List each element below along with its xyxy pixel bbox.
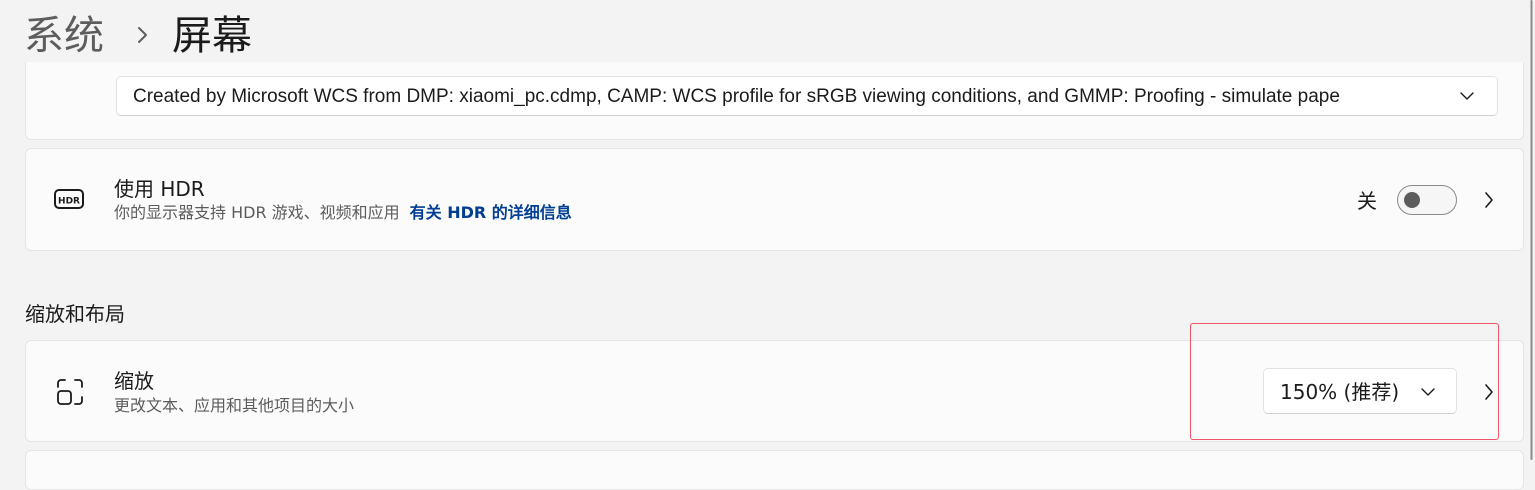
highlight-box bbox=[1190, 323, 1499, 440]
scale-icon bbox=[57, 379, 83, 405]
next-settings-card[interactable] bbox=[25, 450, 1524, 490]
scale-title: 缩放 bbox=[114, 369, 154, 393]
breadcrumb-parent[interactable]: 系统 bbox=[24, 8, 104, 64]
color-profile-card: Created by Microsoft WCS from DMP: xiaom… bbox=[25, 62, 1524, 140]
hdr-learn-more-link[interactable]: 有关 HDR 的详细信息 bbox=[410, 203, 572, 222]
hdr-description-line: 你的显示器支持 HDR 游戏、视频和应用 有关 HDR 的详细信息 bbox=[114, 202, 572, 224]
color-profile-dropdown[interactable]: Created by Microsoft WCS from DMP: xiaom… bbox=[116, 76, 1498, 116]
hdr-title: 使用 HDR bbox=[114, 177, 205, 201]
color-profile-chevron bbox=[1439, 77, 1497, 115]
svg-text:HDR: HDR bbox=[58, 197, 80, 207]
page-title: 屏幕 bbox=[172, 13, 252, 59]
hdr-toggle-knob bbox=[1404, 192, 1420, 208]
hdr-icon: HDR bbox=[54, 189, 84, 209]
color-profile-selected: Created by Microsoft WCS from DMP: xiaom… bbox=[133, 86, 1340, 107]
chevron-down-icon bbox=[1460, 92, 1474, 100]
breadcrumb-separator-icon bbox=[138, 27, 147, 43]
scale-description: 更改文本、应用和其他项目的大小 bbox=[114, 396, 355, 415]
hdr-chevron-right-icon[interactable] bbox=[1481, 189, 1497, 211]
hdr-card[interactable]: HDR 使用 HDR 你的显示器支持 HDR 游戏、视频和应用 有关 HDR 的详… bbox=[25, 148, 1524, 251]
scale-section-heading: 缩放和布局 bbox=[25, 302, 125, 326]
hdr-toggle[interactable] bbox=[1397, 185, 1457, 215]
scrollbar[interactable] bbox=[1528, 0, 1535, 460]
hdr-toggle-label: 关 bbox=[1357, 189, 1377, 213]
hdr-description: 你的显示器支持 HDR 游戏、视频和应用 bbox=[114, 203, 400, 222]
